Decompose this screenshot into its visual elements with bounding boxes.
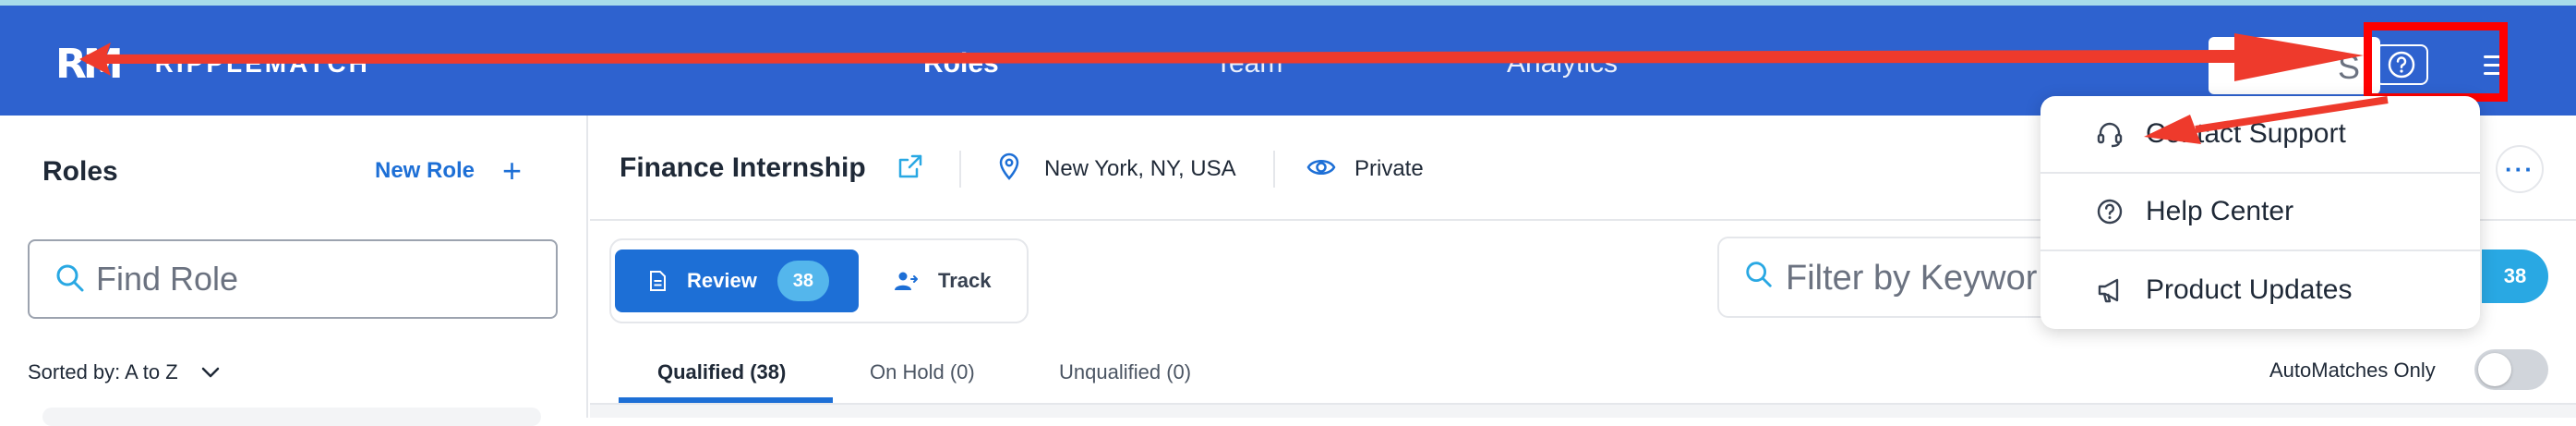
location-pin-icon: [999, 152, 1019, 180]
header-divider: [1273, 151, 1275, 188]
global-search-text: S: [2338, 48, 2361, 86]
find-role-input[interactable]: [96, 256, 539, 302]
review-count-badge: 38: [776, 261, 829, 301]
external-link-icon[interactable]: [897, 152, 924, 180]
headset-icon: [2097, 122, 2123, 148]
sidebar-title: Roles: [42, 156, 118, 187]
review-track-toggle: Review 38 Track: [609, 238, 1029, 323]
tab-qualified[interactable]: Qualified (38): [657, 360, 786, 384]
document-icon: [650, 271, 666, 291]
roles-sidebar: Roles New Role + Sorted by: A to Z: [0, 116, 588, 426]
menu-item-label: Contact Support: [2146, 118, 2346, 149]
menu-item-help-center[interactable]: Help Center: [2040, 174, 2480, 251]
logo-mark: RM: [55, 40, 124, 88]
chevron-down-icon: [201, 367, 219, 378]
logo-text: RIPPLEMATCH: [154, 49, 370, 78]
menu-item-label: Help Center: [2146, 196, 2294, 226]
review-button[interactable]: Review 38: [615, 250, 859, 312]
sort-label: Sorted by: A to Z: [28, 360, 178, 383]
menu-item-product-updates[interactable]: Product Updates: [2040, 251, 2480, 329]
sort-dropdown[interactable]: Sorted by: A to Z: [28, 360, 221, 384]
more-options-button[interactable]: ···: [2496, 145, 2544, 193]
role-visibility: Private: [1354, 156, 1424, 181]
track-button[interactable]: Track: [894, 250, 992, 312]
active-tab-indicator: [619, 397, 833, 403]
annotation-highlight-box: [2364, 22, 2508, 102]
user-track-icon: [895, 272, 918, 290]
toggle-knob: [2478, 353, 2511, 386]
tab-unqualified[interactable]: Unqualified (0): [1059, 360, 1191, 384]
menu-item-contact-support[interactable]: Contact Support: [2040, 96, 2480, 174]
result-count-badge: 38: [2482, 250, 2548, 303]
nav-analytics[interactable]: Analytics: [1507, 48, 1618, 79]
find-role-field[interactable]: [28, 239, 558, 319]
ripplematch-logo[interactable]: RM RIPPLEMATCH: [55, 40, 370, 88]
new-role-label: New Role: [375, 158, 475, 183]
search-icon: [1746, 262, 1772, 287]
header-divider: [959, 151, 961, 188]
global-search[interactable]: S: [2209, 37, 2380, 94]
search-icon: [56, 264, 84, 292]
eye-icon: [1306, 160, 1336, 175]
nav-roles[interactable]: Roles: [923, 48, 999, 79]
track-label: Track: [938, 269, 992, 292]
review-label: Review: [687, 269, 757, 292]
role-location: New York, NY, USA: [1044, 156, 1236, 181]
new-role-button[interactable]: New Role +: [375, 152, 523, 189]
automatches-toggle[interactable]: [2474, 349, 2548, 390]
help-dropdown-menu: Contact Support Help Center Product Upda…: [2040, 96, 2480, 329]
automatches-label: AutoMatches Only: [2269, 359, 2436, 382]
keyword-filter-placeholder: Filter by Keywor: [1786, 259, 2038, 298]
candidate-list-area: [590, 405, 2576, 418]
plus-icon: +: [502, 152, 523, 189]
role-list-item[interactable]: [42, 408, 541, 426]
role-title: Finance Internship: [620, 152, 866, 183]
nav-team[interactable]: Team: [1215, 48, 1282, 79]
menu-item-label: Product Updates: [2146, 274, 2353, 305]
tab-on-hold[interactable]: On Hold (0): [870, 360, 975, 384]
question-circle-icon: [2097, 199, 2123, 225]
megaphone-icon: [2098, 278, 2119, 303]
